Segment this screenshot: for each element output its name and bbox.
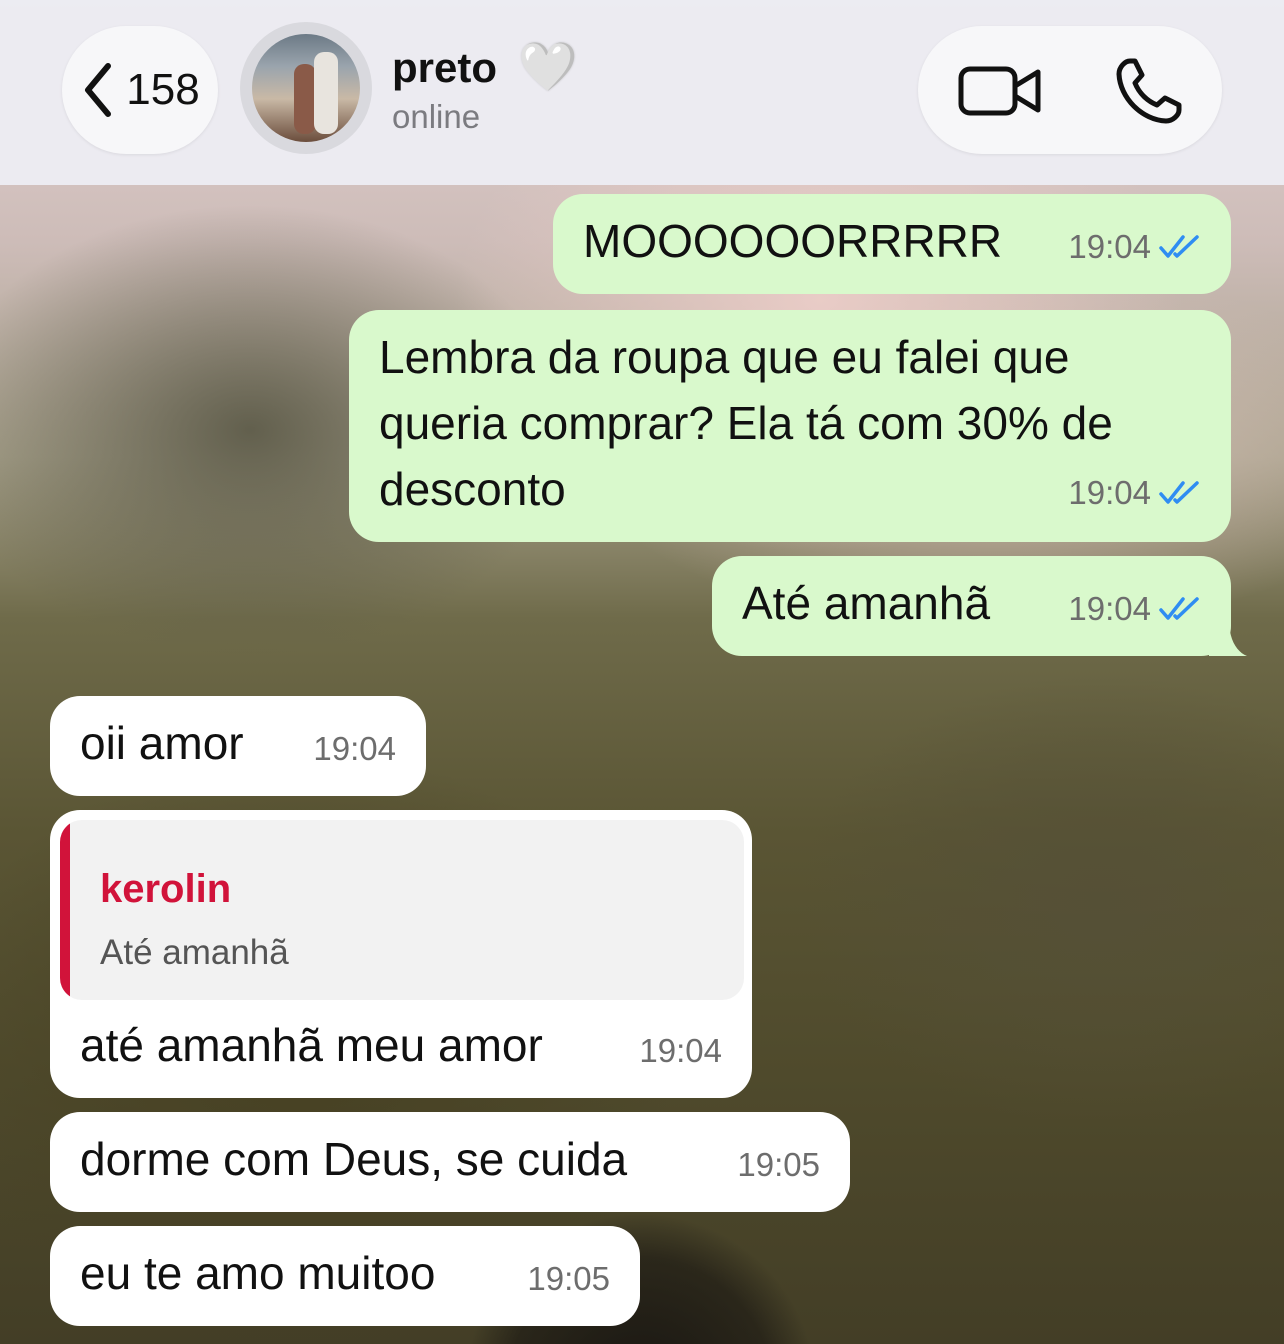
video-call-icon[interactable] (958, 60, 1042, 122)
quote-author: kerolin (100, 867, 232, 911)
message-text: eu te amo muitoo (80, 1247, 436, 1299)
back-button[interactable]: 158 (62, 26, 218, 154)
message-meta: 19:04 (1068, 460, 1203, 526)
message-bubble-outgoing[interactable]: MOOOOOORRRRR 19:04 (553, 194, 1231, 294)
message-meta: 19:05 (737, 1132, 820, 1198)
message-bubble-incoming[interactable]: dorme com Deus, se cuida 19:05 (50, 1112, 850, 1212)
phone-call-icon[interactable] (1114, 56, 1184, 126)
message-bubble-outgoing[interactable]: Lembra da roupa que eu falei que queria … (349, 310, 1231, 542)
double-check-icon (1159, 597, 1199, 620)
contact-name[interactable]: preto (392, 44, 497, 92)
message-bubble-incoming[interactable]: kerolin Até amanhã até amanhã meu amor 1… (50, 810, 752, 1098)
message-meta: 19:04 (1068, 214, 1203, 280)
message-bubble-incoming[interactable]: oii amor 19:04 (50, 696, 426, 796)
message-meta: 19:04 (313, 716, 396, 782)
message-time: 19:04 (1068, 474, 1151, 511)
chevron-left-icon (85, 63, 112, 117)
quote-text: Até amanhã (100, 933, 289, 972)
message-text: MOOOOOORRRRR (583, 215, 1003, 267)
contact-avatar[interactable] (240, 22, 372, 154)
message-meta: 19:05 (527, 1246, 610, 1312)
contact-status: online (392, 98, 481, 135)
message-text: dorme com Deus, se cuida (80, 1133, 628, 1185)
white-heart-emoji: 🤍 (518, 41, 578, 94)
message-meta: 19:04 (1068, 576, 1203, 642)
message-text-line: desconto (379, 463, 566, 515)
quoted-reply[interactable]: kerolin Até amanhã (60, 820, 744, 1000)
message-bubble-incoming[interactable]: eu te amo muitoo 19:05 (50, 1226, 640, 1326)
message-time: 19:04 (1068, 590, 1151, 627)
message-text: Até amanhã (742, 577, 991, 629)
message-time: 19:04 (313, 730, 396, 767)
message-text-line: queria comprar? Ela tá com 30% de (379, 397, 1113, 449)
bubble-tail (1209, 620, 1247, 656)
avatar-photo (252, 34, 360, 142)
double-check-icon (1159, 481, 1199, 504)
message-meta: 19:04 (639, 1018, 722, 1084)
message-time: 19:05 (737, 1146, 820, 1183)
message-text: oii amor (80, 717, 244, 769)
message-text: até amanhã meu amor (80, 1019, 543, 1071)
message-text-line: Lembra da roupa que eu falei que (379, 331, 1070, 383)
message-time: 19:04 (639, 1032, 722, 1069)
double-check-icon (1159, 235, 1199, 258)
message-time: 19:05 (527, 1260, 610, 1297)
unread-count: 158 (126, 65, 200, 114)
call-buttons-group (918, 26, 1222, 154)
chat-header: 158 preto 🤍 online (0, 0, 1284, 185)
message-bubble-outgoing[interactable]: Até amanhã 19:04 (712, 556, 1247, 656)
quote-accent-bar (60, 820, 70, 1000)
message-time: 19:04 (1068, 228, 1151, 265)
